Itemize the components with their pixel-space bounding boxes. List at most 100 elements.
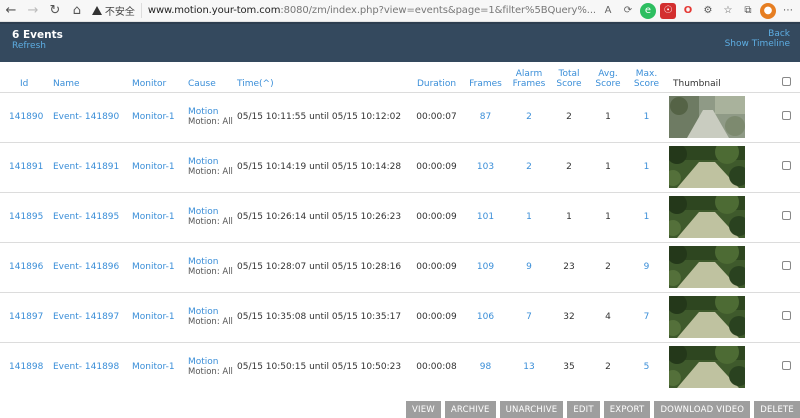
col-monitor[interactable]: Monitor — [122, 62, 178, 92]
row-checkbox[interactable] — [781, 361, 791, 371]
refresh-link[interactable]: Refresh — [12, 41, 788, 51]
event-id-link[interactable]: 141891 — [9, 162, 43, 172]
monitor-link[interactable]: Monitor-1 — [132, 312, 175, 322]
event-id-link[interactable]: 141890 — [9, 112, 43, 122]
event-name-link[interactable]: Event- 141896 — [53, 262, 119, 272]
col-duration[interactable]: Duration — [410, 62, 463, 92]
event-name-link[interactable]: Event- 141897 — [53, 312, 119, 322]
security-warning[interactable]: 不安全 — [91, 3, 142, 18]
frames-link[interactable]: 109 — [477, 262, 494, 272]
select-all-checkbox[interactable] — [781, 76, 791, 86]
download-video-button[interactable]: DOWNLOAD VIDEO — [654, 401, 751, 418]
edit-button[interactable]: EDIT — [567, 401, 600, 418]
col-time[interactable]: Time(^) — [235, 62, 410, 92]
home-icon[interactable]: ⌂ — [66, 0, 88, 22]
row-checkbox[interactable] — [781, 311, 791, 320]
event-name-link[interactable]: Event- 141890 — [53, 112, 119, 122]
event-id-link[interactable]: 141897 — [9, 312, 43, 322]
event-thumbnail[interactable] — [669, 346, 745, 389]
table-row[interactable]: 141890 Event- 141890 Monitor-1 Motion Motion… — [0, 91, 800, 142]
alarm-frames-link[interactable]: 7 — [526, 312, 532, 322]
col-name[interactable]: Name — [44, 62, 122, 92]
alarm-frames-link[interactable]: 1 — [526, 212, 532, 222]
cause-link[interactable]: Motion — [188, 307, 219, 317]
alarm-frames-link[interactable]: 2 — [526, 112, 532, 122]
event-id-link[interactable]: 141898 — [9, 362, 43, 372]
max-score-link[interactable]: 7 — [644, 312, 650, 322]
delete-button[interactable]: DELETE — [754, 401, 800, 418]
forward-arrow-icon[interactable]: → — [22, 0, 44, 22]
max-score-link[interactable]: 1 — [644, 112, 650, 122]
cause-link[interactable]: Motion — [188, 257, 219, 267]
refresh-circle-icon[interactable]: ⟳ — [620, 3, 636, 19]
cause-link[interactable]: Motion — [188, 207, 219, 217]
unarchive-button[interactable]: UNARCHIVE — [499, 401, 564, 418]
settings-extension-icon[interactable]: ⚙ — [700, 3, 716, 19]
event-id-link[interactable]: 141896 — [9, 262, 43, 272]
event-thumbnail[interactable] — [669, 96, 745, 138]
event-thumbnail[interactable] — [669, 296, 745, 338]
table-row[interactable]: 141896 Event- 141896 Monitor-1 Motion Motion… — [0, 241, 800, 292]
row-checkbox[interactable] — [781, 211, 791, 220]
collections-icon[interactable]: ⧉ — [740, 3, 756, 19]
back-link[interactable]: Back — [725, 29, 790, 39]
table-row[interactable]: 141895 Event- 141895 Monitor-1 Motion Motion… — [0, 191, 800, 242]
table-row[interactable]: 141898 Event- 141898 Monitor-1 Motion Motion… — [0, 341, 800, 392]
shield-extension-icon[interactable]: ☉ — [660, 2, 676, 19]
event-name-link[interactable]: Event- 141891 — [53, 162, 119, 172]
cause-link[interactable]: Motion — [188, 357, 219, 367]
frames-link[interactable]: 101 — [477, 212, 494, 222]
alarm-frames-link[interactable]: 9 — [526, 262, 532, 272]
monitor-link[interactable]: Monitor-1 — [132, 362, 175, 372]
monitor-link[interactable]: Monitor-1 — [132, 112, 175, 122]
event-thumbnail[interactable] — [669, 246, 745, 288]
row-checkbox[interactable] — [781, 111, 791, 120]
event-name-link[interactable]: Event- 141898 — [53, 362, 119, 372]
frames-link[interactable]: 87 — [480, 112, 491, 122]
row-checkbox[interactable] — [781, 161, 791, 170]
more-menu-icon[interactable]: ⋯ — [780, 3, 796, 19]
reload-icon[interactable]: ↻ — [44, 0, 66, 22]
archive-button[interactable]: ARCHIVE — [444, 401, 496, 418]
back-arrow-icon[interactable]: ← — [0, 0, 22, 22]
col-avg-score[interactable]: Avg. Score — [588, 62, 628, 92]
col-alarm-frames[interactable]: Alarm Frames — [508, 62, 550, 92]
export-button[interactable]: EXPORT — [603, 401, 651, 418]
show-timeline-link[interactable]: Show Timeline — [725, 39, 790, 49]
favorites-icon[interactable]: ☆ — [720, 3, 736, 19]
monitor-link[interactable]: Monitor-1 — [132, 262, 175, 272]
col-max-score[interactable]: Max. Score — [628, 62, 665, 92]
event-thumbnail[interactable] — [669, 196, 745, 238]
col-id[interactable]: Id — [0, 62, 44, 92]
reader-icon[interactable]: A — [600, 3, 616, 19]
frames-link[interactable]: 98 — [480, 362, 491, 372]
max-score-link[interactable]: 1 — [644, 212, 650, 222]
evernote-icon[interactable]: e — [640, 2, 656, 19]
opera-icon[interactable]: O — [680, 3, 696, 19]
max-score-link[interactable]: 5 — [644, 362, 650, 372]
event-name-link[interactable]: Event- 141895 — [53, 212, 119, 222]
frames-link[interactable]: 106 — [477, 312, 494, 322]
col-total-score[interactable]: Total Score — [550, 62, 588, 92]
url-text[interactable]: www.motion.your-tom.com:8080/zm/index.ph… — [148, 5, 596, 16]
monitor-link[interactable]: Monitor-1 — [132, 162, 175, 172]
table-row[interactable]: 141891 Event- 141891 Monitor-1 Motion Motion… — [0, 141, 800, 192]
row-checkbox[interactable] — [781, 261, 791, 270]
cause-link[interactable]: Motion — [188, 107, 219, 117]
alarm-frames-link[interactable]: 13 — [523, 362, 534, 372]
address-bar[interactable]: 不安全 www.motion.your-tom.com:8080/zm/inde… — [91, 2, 596, 20]
col-cause[interactable]: Cause — [178, 62, 235, 92]
max-score-link[interactable]: 9 — [644, 262, 650, 272]
alarm-frames-link[interactable]: 2 — [526, 162, 532, 172]
monitor-link[interactable]: Monitor-1 — [132, 212, 175, 222]
col-frames[interactable]: Frames — [463, 62, 508, 92]
view-button[interactable]: VIEW — [405, 401, 441, 418]
avatar[interactable]: ● — [760, 2, 776, 19]
event-id-link[interactable]: 141895 — [9, 212, 43, 222]
cause-link[interactable]: Motion — [188, 157, 219, 167]
table-row[interactable]: 141897 Event- 141897 Monitor-1 Motion Motion… — [0, 291, 800, 342]
event-thumbnail[interactable] — [669, 146, 745, 188]
frames-link[interactable]: 103 — [477, 162, 494, 172]
cause-detail: Motion: All — [188, 367, 233, 378]
max-score-link[interactable]: 1 — [644, 162, 650, 172]
